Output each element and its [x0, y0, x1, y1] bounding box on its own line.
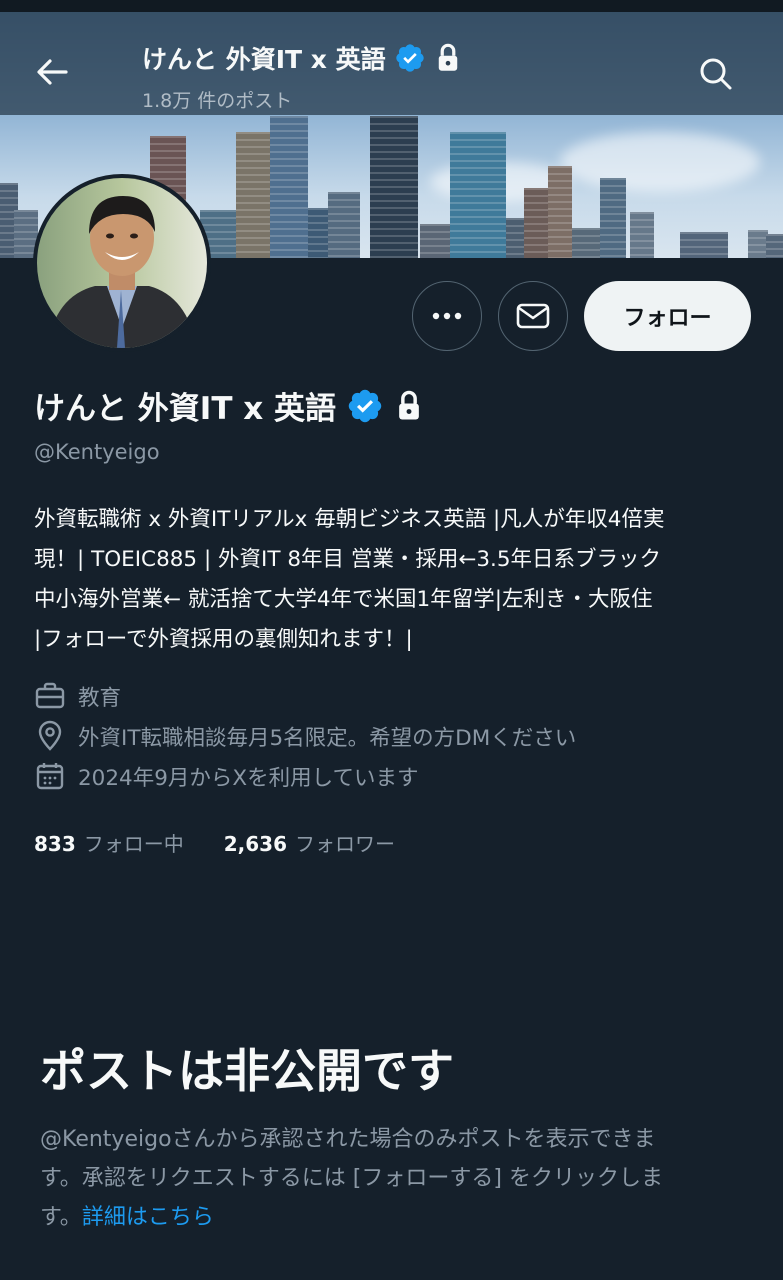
bio-line: 現！| TOEIC885 | 外資IT 8年目 営業・採用←3.5年日系ブラック — [34, 547, 662, 572]
private-desc-last-line: す。詳細はこちら — [40, 1198, 755, 1237]
verified-badge-icon[interactable] — [346, 387, 384, 425]
message-button[interactable] — [498, 281, 568, 351]
profile-display-name: けんと 外資IT x 英語 — [34, 391, 337, 427]
profile-handle: @Kentyeigo — [34, 440, 160, 464]
profile-name-row: けんと 外資IT x 英語 — [34, 383, 424, 428]
back-button[interactable] — [30, 50, 74, 94]
header-title-row: けんと 外資IT x 英語 — [142, 40, 462, 76]
header-title: けんと 外資IT x 英語 — [142, 45, 386, 74]
followers-link[interactable]: 2,636 フォロワー — [224, 828, 395, 857]
profile-joined: 2024年9月からXを利用しています — [34, 760, 418, 792]
status-bar — [0, 0, 783, 12]
calendar-icon — [36, 763, 64, 790]
profile-avatar[interactable] — [33, 174, 211, 352]
more-icon — [432, 312, 462, 320]
followers-count: 2,636 — [223, 832, 288, 856]
private-desc-tail: す。 — [40, 1205, 82, 1230]
bio-line: 中小海外営業← 就活捨て大学4年で米国1年留学|左利き・大阪住 — [34, 587, 653, 612]
briefcase-icon — [35, 682, 65, 709]
back-arrow-icon — [37, 59, 68, 85]
avatar-photo — [37, 178, 207, 348]
learn-more-link[interactable]: 詳細はこちら — [82, 1205, 214, 1230]
search-button[interactable] — [694, 52, 738, 96]
post-count: 1.8万 件のポスト — [142, 90, 293, 112]
following-count: 833 — [34, 832, 76, 856]
private-desc-line: @Kentyeigoさんから承認された場合のみポストを表示できま — [40, 1127, 656, 1152]
joined-text: 2024年9月からXを利用しています — [78, 765, 419, 791]
following-link[interactable]: 833 フォロー中 — [34, 828, 184, 857]
more-options-button[interactable] — [412, 281, 482, 351]
location-pin-icon — [38, 720, 62, 751]
profile-category: 教育 — [34, 680, 121, 712]
profile-bio: 外資転職術 x 外資ITリアルx 毎朝ビジネス英語 |凡人が年収4倍実 現！| … — [34, 500, 764, 660]
mail-icon — [516, 303, 550, 329]
private-posts-description: @Kentyeigoさんから承認された場合のみポストを表示できま す。承認をリク… — [40, 1120, 755, 1237]
search-icon — [700, 58, 732, 90]
bio-line: 外資転職術 x 外資ITリアルx 毎朝ビジネス英語 |凡人が年収4倍実 — [34, 507, 665, 532]
lock-icon — [438, 43, 457, 71]
verified-badge-icon — [395, 44, 424, 72]
follow-stats: 833 フォロー中 2,636 フォロワー — [34, 828, 395, 857]
private-desc-line: す。承認をリクエストするには [フォローする] をクリックしま — [40, 1166, 663, 1191]
bio-line: |フォローで外資採用の裏側知れます！| — [34, 627, 413, 652]
followers-label: フォロワー — [295, 832, 396, 856]
private-posts-title: ポストは非公開です — [40, 1044, 454, 1098]
location-text: 外資IT転職相談毎月5名限定。希望の方DMください — [78, 725, 577, 751]
category-text: 教育 — [78, 685, 122, 711]
profile-location: 外資IT転職相談毎月5名限定。希望の方DMください — [34, 720, 576, 752]
follow-button[interactable]: フォロー — [584, 281, 751, 351]
following-label: フォロー中 — [83, 832, 184, 856]
lock-icon — [399, 390, 419, 420]
top-app-bar: けんと 外資IT x 英語 1.8万 件のポスト — [0, 12, 783, 115]
